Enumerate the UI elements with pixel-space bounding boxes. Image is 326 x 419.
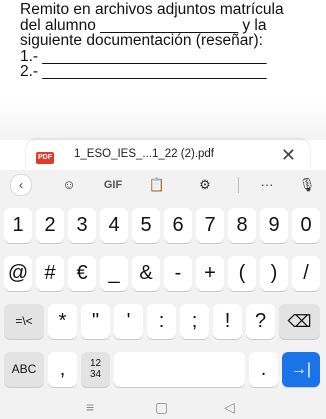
- key-minus[interactable]: -: [164, 256, 192, 291]
- back-icon[interactable]: ‹: [10, 174, 32, 196]
- pdf-icon: PDF: [36, 152, 54, 164]
- key-1[interactable]: 1: [4, 208, 32, 243]
- key-6[interactable]: 6: [164, 208, 192, 243]
- key-slash[interactable]: /: [292, 256, 320, 291]
- key-asterisk[interactable]: *: [48, 304, 77, 339]
- key-open-paren[interactable]: (: [228, 256, 256, 291]
- system-nav-bar: ≡ ▢ ◁: [0, 396, 326, 419]
- key-underscore[interactable]: _: [100, 256, 128, 291]
- key-colon[interactable]: :: [147, 304, 176, 339]
- key-2[interactable]: 2: [36, 208, 64, 243]
- numpad-key[interactable]: 12 34: [81, 352, 110, 387]
- key-9[interactable]: 9: [260, 208, 288, 243]
- gear-icon[interactable]: ⚙: [194, 174, 216, 196]
- abc-key[interactable]: ABC: [4, 352, 44, 387]
- key-euro[interactable]: €: [68, 256, 96, 291]
- enter-key[interactable]: →|: [282, 352, 320, 387]
- doc-line-1: Remito en archivos adjuntos matrícula: [20, 1, 284, 18]
- home-icon[interactable]: ▢: [155, 398, 168, 416]
- key-0[interactable]: 0: [292, 208, 320, 243]
- microphone-icon[interactable]: 🎙: [296, 174, 318, 196]
- attachment-filename: 1_ESO_IES_...1_22 (2).pdf: [74, 148, 215, 160]
- recents-icon[interactable]: ≡: [86, 398, 94, 416]
- attachment-chip[interactable]: PDF 1_ESO_IES_...1_22 (2).pdf ✕: [26, 140, 310, 170]
- key-7[interactable]: 7: [196, 208, 224, 243]
- key-at[interactable]: @: [4, 256, 32, 291]
- key-ampersand[interactable]: &: [132, 256, 160, 291]
- key-close-paren[interactable]: ): [260, 256, 288, 291]
- key-question[interactable]: ?: [246, 304, 275, 339]
- key-exclamation[interactable]: !: [213, 304, 242, 339]
- key-double-quote[interactable]: ": [81, 304, 110, 339]
- key-semicolon[interactable]: ;: [180, 304, 209, 339]
- content-fade: [0, 100, 326, 140]
- back-nav-icon[interactable]: ◁: [224, 398, 235, 416]
- space-key[interactable]: [114, 352, 245, 387]
- key-8[interactable]: 8: [228, 208, 256, 243]
- backspace-icon[interactable]: ⌫: [279, 304, 320, 339]
- gif-button[interactable]: GIF: [100, 174, 126, 196]
- document-text: Remito en archivos adjuntos matrícula de…: [20, 2, 320, 80]
- toolbar-divider: [238, 177, 239, 193]
- key-single-quote[interactable]: ': [114, 304, 143, 339]
- key-plus[interactable]: +: [196, 256, 224, 291]
- clipboard-icon[interactable]: 📋: [146, 174, 168, 196]
- doc-line-4: 1.- __________________________: [20, 47, 267, 65]
- key-4[interactable]: 4: [100, 208, 128, 243]
- close-icon[interactable]: ✕: [281, 146, 296, 164]
- key-3[interactable]: 3: [68, 208, 96, 243]
- key-comma[interactable]: ,: [48, 352, 77, 387]
- more-icon[interactable]: ···: [256, 174, 278, 196]
- doc-line-5: 2.- __________________________: [20, 63, 267, 80]
- key-period[interactable]: .: [249, 352, 278, 387]
- more-symbols-key[interactable]: =\<: [4, 304, 44, 339]
- keyboard: ‹ ☺ GIF 📋 ⚙ ··· 🎙 1 2 3 4 5 6 7 8 9 0 @ …: [0, 170, 326, 419]
- doc-line-3: siguiente documentación (reseñar):: [20, 32, 263, 49]
- doc-line-2: del alumno ________________ y la: [20, 16, 267, 34]
- key-hash[interactable]: #: [36, 256, 64, 291]
- keyboard-toolbar: ‹ ☺ GIF 📋 ⚙ ··· 🎙: [0, 170, 326, 200]
- key-5[interactable]: 5: [132, 208, 160, 243]
- emoji-icon[interactable]: ☺: [58, 174, 80, 196]
